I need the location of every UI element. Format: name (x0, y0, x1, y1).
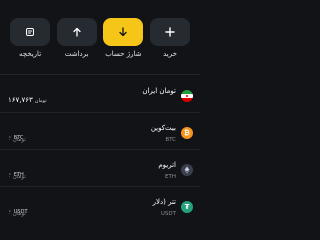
buy-button[interactable] (150, 18, 190, 46)
asset-symbol: BTC (165, 137, 176, 143)
asset-row-usdt[interactable]: ₮ تتر (دلار USDT ۰ USDT ۰ تومان (0, 193, 200, 223)
asset-balance: ۱۶۷,۷۶۳ تومان (8, 87, 47, 106)
arrow-up-icon (73, 27, 81, 37)
tether-icon: ₮ (181, 201, 193, 213)
bitcoin-icon: ₿ (181, 127, 193, 139)
asset-symbol: USDT (160, 211, 176, 217)
arrow-down-icon (119, 27, 127, 37)
deposit-label: شارژ حساب (105, 50, 142, 58)
asset-list: تومان ایران ۱۶۷,۷۶۳ تومان ₿ بیت‌کوین BTC … (0, 82, 200, 229)
asset-name: بیت‌کوین (150, 124, 176, 132)
buy-label: خرید (163, 50, 177, 58)
iran-flag-icon (181, 90, 193, 102)
fiat-value: ۰ تومان (8, 137, 26, 143)
asset-name: تتر (دلار (152, 198, 176, 206)
history-icon (26, 28, 35, 36)
asset-name: تومان ایران (142, 87, 176, 95)
withdraw-button[interactable] (56, 18, 97, 46)
withdraw-action[interactable]: برداشت (55, 18, 99, 64)
asset-symbol: ETH (165, 174, 176, 180)
deposit-action[interactable]: شارژ حساب (101, 18, 145, 64)
balance-amount: ۱۶۷,۷۶۳ (8, 96, 33, 104)
asset-row-irt[interactable]: تومان ایران ۱۶۷,۷۶۳ تومان (0, 82, 200, 113)
buy-action[interactable]: خرید (148, 18, 192, 64)
ethereum-icon (181, 164, 193, 176)
history-button[interactable] (10, 18, 51, 46)
withdraw-label: برداشت (64, 50, 89, 58)
fiat-value: ۰ تومان (8, 174, 26, 180)
asset-name: اتریوم (158, 161, 176, 169)
action-bar: خرید شارژ حساب برداشت تاریخچه (8, 18, 192, 64)
plus-icon (165, 27, 175, 37)
balance-unit: تومان (34, 98, 47, 104)
asset-row-btc[interactable]: ₿ بیت‌کوین BTC ۰ BTC ۰ تومان (0, 119, 200, 150)
asset-row-eth[interactable]: اتریوم ETH ۰ ETH ۰ تومان (0, 156, 200, 187)
divider (0, 74, 200, 75)
wallet-screen: خرید شارژ حساب برداشت تاریخچه تومان ایرا… (0, 0, 200, 217)
history-action[interactable]: تاریخچه (8, 18, 52, 64)
deposit-button[interactable] (103, 18, 144, 46)
history-label: تاریخچه (18, 50, 42, 58)
fiat-value: ۰ تومان (8, 211, 26, 217)
